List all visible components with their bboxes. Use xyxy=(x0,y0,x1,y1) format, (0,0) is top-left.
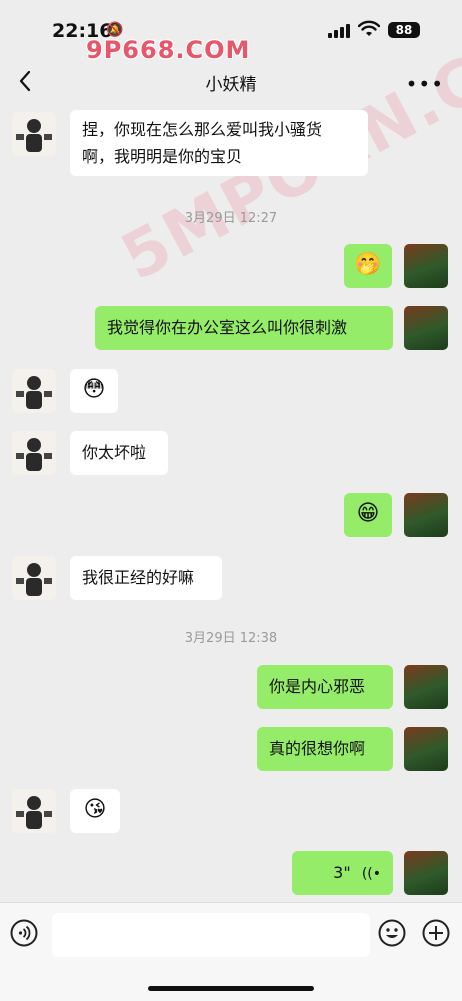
message-text: 啊，我明明是你的宝贝 xyxy=(82,147,243,166)
nav-bar: 小妖精 ••• xyxy=(0,58,462,106)
voice-message-bubble[interactable]: 3" ((• xyxy=(292,851,393,895)
home-indicator[interactable] xyxy=(148,986,314,991)
message-text: 😁 xyxy=(356,501,380,526)
battery-indicator: 88 xyxy=(388,22,420,38)
my-avatar[interactable] xyxy=(404,306,448,350)
message-text: 真的很想你啊 xyxy=(269,739,366,758)
voice-icon[interactable] xyxy=(10,919,38,947)
wifi-icon xyxy=(358,20,380,36)
my-avatar[interactable] xyxy=(404,244,448,288)
contact-avatar[interactable] xyxy=(12,369,56,413)
message-text: 😘 xyxy=(83,797,107,822)
signal-icon xyxy=(328,24,350,38)
my-avatar[interactable] xyxy=(404,665,448,709)
more-icon[interactable]: ••• xyxy=(406,72,444,96)
message-bubble[interactable]: 我很正经的好嘛 xyxy=(70,556,222,600)
message-bubble[interactable]: 😳 xyxy=(70,369,118,413)
message-text: 你是内心邪恶 xyxy=(269,677,366,696)
contact-avatar[interactable] xyxy=(12,789,56,833)
voice-wave-icon: ((• xyxy=(361,866,381,882)
message-text: 我觉得你在办公室这么叫你很刺激 xyxy=(107,318,348,337)
message-bubble[interactable]: 你太坏啦 xyxy=(70,431,168,475)
message-bubble[interactable]: 我觉得你在办公室这么叫你很刺激 xyxy=(95,306,393,350)
message-text: 🤭 xyxy=(354,252,382,277)
message-text: 你太坏啦 xyxy=(82,443,147,462)
my-avatar[interactable] xyxy=(404,851,448,895)
message-input[interactable] xyxy=(52,913,370,957)
timestamp: 3月29日 12:38 xyxy=(184,631,278,646)
message-bubble[interactable]: 捏，你现在怎么那么爱叫我小骚货 啊，我明明是你的宝贝 xyxy=(70,110,368,176)
message-bubble[interactable]: 你是内心邪恶 xyxy=(257,665,393,709)
plus-icon[interactable] xyxy=(422,919,450,947)
my-avatar[interactable] xyxy=(404,493,448,537)
chat-title: 小妖精 xyxy=(205,75,257,95)
message-bubble[interactable]: 🤭 xyxy=(344,244,392,288)
voice-duration: 3" xyxy=(333,863,351,882)
message-bubble[interactable]: 😘 xyxy=(70,789,120,833)
message-text: 我很正经的好嘛 xyxy=(82,568,195,587)
message-bubble[interactable]: 真的很想你啊 xyxy=(257,727,393,771)
message-text: 捏，你现在怎么那么爱叫我小骚货 xyxy=(82,120,323,139)
message-bubble[interactable]: 😁 xyxy=(344,493,392,537)
timestamp: 3月29日 12:27 xyxy=(184,211,278,226)
my-avatar[interactable] xyxy=(404,727,448,771)
message-text: 😳 xyxy=(82,377,106,402)
contact-avatar[interactable] xyxy=(12,556,56,600)
emoji-icon[interactable] xyxy=(378,919,406,947)
contact-avatar[interactable] xyxy=(12,431,56,475)
contact-avatar[interactable] xyxy=(12,112,56,156)
